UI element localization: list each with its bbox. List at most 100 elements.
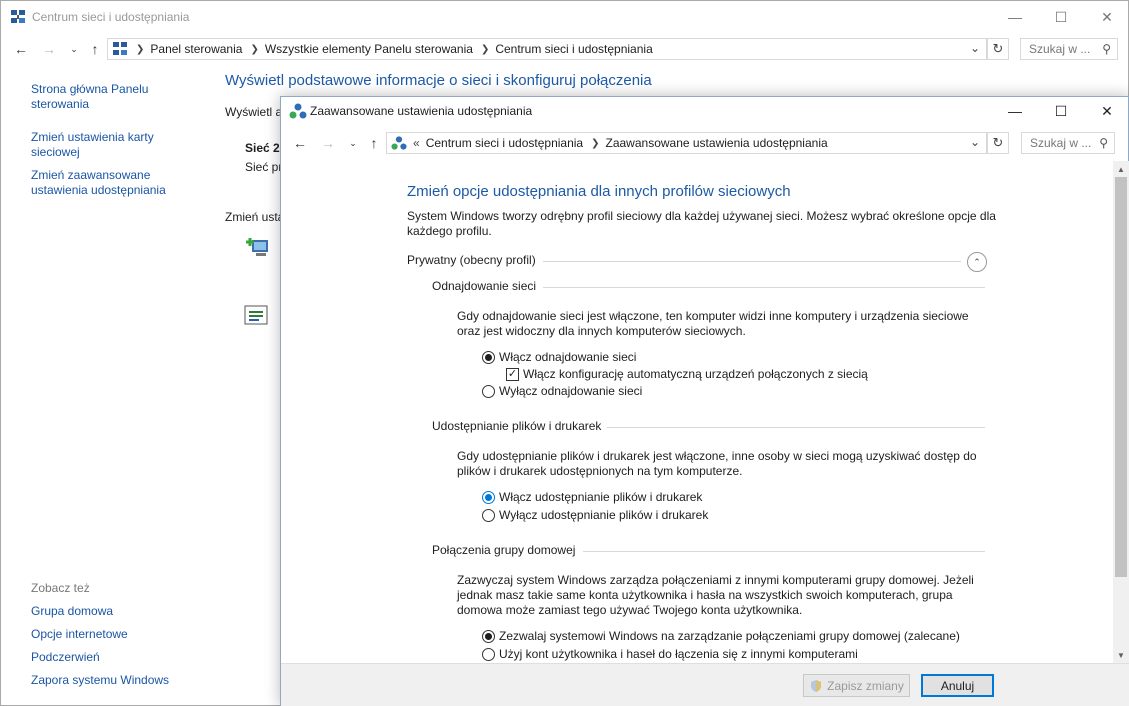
network-name: Sieć 2	[245, 141, 280, 155]
page-title: Wyświetl podstawowe informacje o sieci i…	[225, 72, 652, 89]
sharing-on-radio[interactable]: Włącz udostępnianie plików i drukarek	[482, 490, 702, 504]
control-panel-home-link[interactable]: Strona główna Panelu sterowania	[31, 82, 161, 112]
option-label: Zezwalaj systemowi Windows na zarządzani…	[499, 629, 960, 643]
homegroup-allow-radio[interactable]: Zezwalaj systemowi Windows na zarządzani…	[482, 629, 960, 643]
dialog-refresh-button[interactable]: ↻	[987, 132, 1009, 154]
dialog-navbar: ← → ⌄ ↑ « Centrum sieci i udostępniania …	[281, 129, 1128, 157]
sharing-divider	[607, 427, 985, 428]
change-settings-label: Zmień usta	[225, 210, 285, 224]
scroll-down-icon[interactable]: ▼	[1113, 647, 1129, 663]
dialog-back-arrow-icon[interactable]: ←	[289, 133, 311, 153]
breadcrumb-item[interactable]: Centrum sieci i udostępniania	[426, 136, 583, 150]
uac-shield-icon	[809, 679, 823, 693]
sharing-off-radio[interactable]: Wyłącz udostępnianie plików i drukarek	[482, 508, 708, 522]
option-label: Wyłącz odnajdowanie sieci	[499, 384, 643, 398]
search-icon: ⚲	[1099, 136, 1108, 150]
save-changes-button[interactable]: Zapisz zmiany	[803, 674, 910, 697]
auto-config-checkbox[interactable]: ✓ Włącz konfigurację automatyczną urządze…	[506, 367, 868, 381]
vertical-scrollbar[interactable]: ▲ ▼	[1113, 161, 1129, 663]
breadcrumb-item[interactable]: Wszystkie elementy Panelu sterowania	[265, 42, 473, 56]
see-also-label: Zobacz też	[31, 581, 90, 595]
address-location-icon	[112, 41, 128, 57]
discovery-on-radio[interactable]: Włącz odnajdowanie sieci	[482, 350, 636, 364]
settings-content: Zmień opcje udostępniania dla innych pro…	[281, 161, 1113, 663]
refresh-icon: ↻	[992, 135, 1004, 150]
dialog-forward-arrow-icon[interactable]: →	[317, 133, 339, 153]
active-networks-label: Wyświetl a	[225, 105, 283, 119]
sharing-description: Gdy udostępnianie plików i drukarek jest…	[457, 449, 977, 478]
radio-button[interactable]	[482, 647, 495, 661]
inner-titlebar: Zaawansowane ustawienia udostępniania — …	[281, 97, 1128, 129]
search-input[interactable]: Szukaj w ... ⚲	[1020, 38, 1118, 60]
homegroup-divider	[583, 551, 985, 552]
radio-button[interactable]	[482, 629, 495, 643]
save-changes-label: Zapisz zmiany	[827, 678, 904, 693]
recent-dropdown-icon[interactable]: ⌄	[63, 39, 85, 59]
scroll-up-icon[interactable]: ▲	[1113, 161, 1129, 177]
dialog-address-bar[interactable]: « Centrum sieci i udostępniania ❯ Zaawan…	[386, 132, 987, 154]
refresh-button[interactable]: ↻	[987, 38, 1009, 60]
settings-heading: Zmień opcje udostępniania dla innych pro…	[407, 183, 791, 200]
option-label: Włącz udostępnianie plików i drukarek	[499, 490, 703, 504]
radio-button[interactable]	[482, 384, 495, 398]
dialog-footer: Zapisz zmiany Anuluj	[281, 663, 1129, 706]
outer-navbar: ← → ⌄ ↑ ❯ Panel sterowania ❯ Wszystkie e…	[1, 35, 1128, 63]
refresh-icon: ↻	[992, 41, 1004, 56]
dialog-maximize-button[interactable]: ☐	[1038, 97, 1084, 125]
discovery-divider	[543, 287, 985, 288]
radio-button[interactable]	[482, 508, 495, 522]
minimize-button[interactable]: —	[992, 1, 1038, 33]
up-arrow-icon[interactable]: ↑	[84, 39, 106, 59]
dialog-close-button[interactable]: ✕	[1084, 97, 1129, 125]
see-also-internet-options-link[interactable]: Opcje internetowe	[31, 627, 201, 642]
dialog-minimize-button[interactable]: —	[992, 97, 1038, 125]
profile-divider	[543, 261, 961, 262]
option-label: Włącz konfigurację automatyczną urządzeń…	[523, 367, 868, 381]
cancel-button[interactable]: Anuluj	[921, 674, 994, 697]
breadcrumb-overflow-icon[interactable]: «	[413, 136, 420, 150]
breadcrumb-item[interactable]: Centrum sieci i udostępniania	[495, 42, 652, 56]
checkbox-checked-icon[interactable]: ✓	[506, 367, 519, 381]
collapse-chevron-icon[interactable]: ⌃	[967, 252, 987, 272]
outer-window-title: Centrum sieci i udostępniania	[32, 10, 190, 24]
dialog-search-input[interactable]: Szukaj w ... ⚲	[1021, 132, 1115, 154]
close-button[interactable]: ✕	[1084, 1, 1129, 33]
radio-button[interactable]	[482, 490, 495, 504]
breadcrumb-separator-icon: ❯	[136, 43, 145, 55]
discovery-off-radio[interactable]: Wyłącz odnajdowanie sieci	[482, 384, 642, 398]
option-label: Włącz odnajdowanie sieci	[499, 350, 637, 364]
network-type: Sieć pr	[245, 160, 283, 174]
radio-button[interactable]	[482, 350, 495, 364]
dialog-recent-dropdown-icon[interactable]: ⌄	[342, 133, 364, 153]
address-dropdown-icon[interactable]: ⌄	[970, 41, 980, 55]
advanced-sharing-dialog: Zaawansowane ustawienia udostępniania — …	[280, 96, 1129, 706]
dialog-up-arrow-icon[interactable]: ↑	[363, 133, 385, 153]
discovery-section-title: Odnajdowanie sieci	[432, 279, 537, 293]
homegroup-description: Zazwyczaj system Windows zarządza połącz…	[457, 573, 974, 617]
breadcrumb-separator-icon: ❯	[591, 137, 600, 149]
breadcrumb-item[interactable]: Panel sterowania	[150, 42, 242, 56]
see-also-infrared-link[interactable]: Podczerwień	[31, 650, 201, 665]
forward-arrow-icon[interactable]: →	[38, 39, 60, 59]
outer-titlebar: Centrum sieci i udostępniania — ☐ ✕	[1, 1, 1128, 33]
scrollbar-thumb[interactable]	[1115, 177, 1127, 577]
search-placeholder: Szukaj w ...	[1029, 42, 1091, 56]
discovery-description: Gdy odnajdowanie sieci jest włączone, te…	[457, 309, 969, 338]
back-arrow-icon[interactable]: ←	[10, 39, 32, 59]
homegroup-accounts-radio[interactable]: Użyj kont użytkownika i haseł do łączeni…	[482, 647, 858, 661]
troubleshoot-icon[interactable]	[244, 305, 270, 327]
address-bar[interactable]: ❯ Panel sterowania ❯ Wszystkie elementy …	[107, 38, 987, 60]
profile-header[interactable]: Prywatny (obecny profil)	[407, 253, 536, 267]
dialog-address-dropdown-icon[interactable]: ⌄	[970, 135, 980, 149]
search-placeholder: Szukaj w ...	[1030, 136, 1092, 150]
change-advanced-sharing-link[interactable]: Zmień zaawansowane ustawienia udostępnia…	[31, 168, 181, 198]
breadcrumb-item[interactable]: Zaawansowane ustawienia udostępniania	[606, 136, 828, 150]
see-also-homegroup-link[interactable]: Grupa domowa	[31, 604, 201, 619]
dialog-address-location-icon	[391, 135, 407, 151]
see-also-firewall-link[interactable]: Zapora systemu Windows	[31, 673, 201, 688]
change-adapter-settings-link[interactable]: Zmień ustawienia karty sieciowej	[31, 130, 161, 160]
breadcrumb-separator-icon: ❯	[480, 43, 490, 55]
new-connection-icon[interactable]	[244, 234, 270, 260]
option-label: Wyłącz udostępnianie plików i drukarek	[499, 508, 709, 522]
maximize-button[interactable]: ☐	[1038, 1, 1084, 33]
